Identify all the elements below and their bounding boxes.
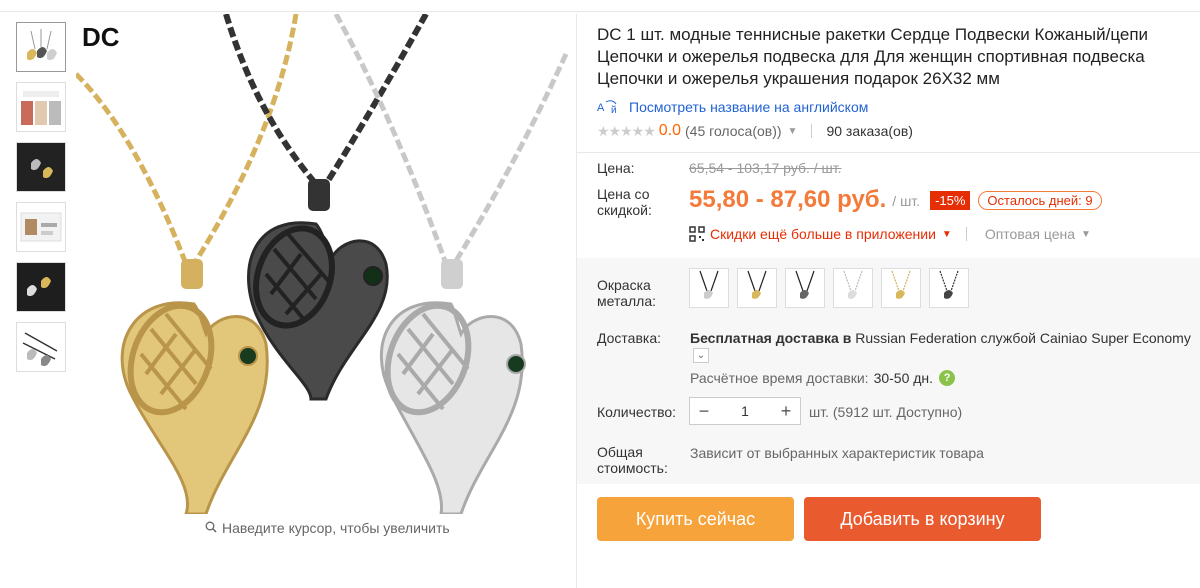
quantity-decrease-button[interactable]: − xyxy=(690,401,718,422)
rating-row: ★★★★★ 0.0 (45 голоса(ов)) ▼ 90 заказа(ов… xyxy=(597,122,1197,140)
quantity-input[interactable]: 1 xyxy=(741,403,749,419)
orders-count: 90 заказа(ов) xyxy=(826,123,913,139)
swatch-black-chain[interactable] xyxy=(929,268,969,308)
add-to-cart-button[interactable]: Добавить в корзину xyxy=(804,497,1041,541)
search-icon xyxy=(205,520,217,536)
qr-code-icon xyxy=(689,226,705,242)
translate-link-text: Посмотреть название на английском xyxy=(629,99,869,115)
delivery-dropdown-button[interactable]: ⌄ xyxy=(693,348,709,363)
zoom-hint: Наведите курсор, чтобы увеличить xyxy=(205,520,450,536)
old-price: 65,54 - 103,17 руб. / шт. xyxy=(689,160,842,176)
discount-price-label: Цена со скидкой: xyxy=(597,186,652,218)
thumbnail-5[interactable] xyxy=(16,262,66,312)
thumbnail-1[interactable] xyxy=(16,22,66,72)
section-divider xyxy=(577,152,1200,153)
swatch-silver-black-cord[interactable] xyxy=(689,268,729,308)
current-price: 55,80 - 87,60 руб. xyxy=(689,186,887,213)
thumbnail-2[interactable] xyxy=(16,82,66,132)
price-block: Цена: 65,54 - 103,17 руб. / шт. Цена со … xyxy=(597,160,1197,242)
caret-down-icon[interactable]: ▼ xyxy=(942,229,952,240)
translate-link[interactable]: Aй Посмотреть название на английском xyxy=(597,98,1197,116)
top-divider xyxy=(0,0,1200,12)
thumbnail-4[interactable] xyxy=(16,202,66,252)
zoom-hint-text: Наведите курсор, чтобы увеличить xyxy=(222,520,450,536)
translate-icon: Aй xyxy=(597,98,621,116)
app-discount-row: Скидки ещё больше в приложении ▼ Оптовая… xyxy=(689,226,1197,242)
swatch-gold-chain[interactable] xyxy=(881,268,921,308)
rating-score: 0.0 xyxy=(658,122,682,139)
rating-stars: ★★★★★ xyxy=(597,122,656,139)
product-main-image[interactable]: DC xyxy=(76,14,576,514)
thumbnail-6[interactable] xyxy=(16,322,66,372)
days-left-badge: Осталось дней: 9 xyxy=(978,191,1102,210)
svg-text:й: й xyxy=(611,105,617,116)
help-icon[interactable]: ? xyxy=(939,370,956,386)
eta-label: Расчётное время доставки: xyxy=(690,370,869,386)
wholesale-price-link[interactable]: Оптовая цена xyxy=(985,226,1075,242)
delivery-info: Бесплатная доставка в Russian Federation… xyxy=(690,330,1191,346)
swatch-gunmetal-black-cord[interactable] xyxy=(785,268,825,308)
swatch-gold-black-cord[interactable] xyxy=(737,268,777,308)
thumbnail-list xyxy=(16,22,68,382)
divider xyxy=(965,227,967,241)
app-discount-link[interactable]: Скидки ещё больше в приложении xyxy=(710,226,936,242)
eta-value: 30-50 дн. xyxy=(873,370,934,386)
swatch-silver-chain[interactable] xyxy=(833,268,873,308)
divider xyxy=(811,124,813,138)
delivery-label: Доставка: xyxy=(597,330,662,346)
product-title: DC 1 шт. модные теннисные ракетки Сердце… xyxy=(597,25,1149,88)
product-info: DC 1 шт. модные теннисные ракетки Сердце… xyxy=(597,24,1197,140)
delivery-service-text: Russian Federation службой Cainiao Super… xyxy=(851,330,1191,346)
chevron-down-icon[interactable]: ▼ xyxy=(788,126,798,137)
rating-votes[interactable]: (45 голоса(ов)) xyxy=(685,123,782,139)
price-unit: / шт. xyxy=(892,193,921,209)
delivery-free-text: Бесплатная доставка в xyxy=(690,330,852,346)
color-swatches xyxy=(689,268,969,308)
quantity-available: шт. (5912 шт. Доступно) xyxy=(809,404,963,420)
color-label: Окраска металла: xyxy=(597,277,657,309)
caret-down-icon[interactable]: ▼ xyxy=(1081,229,1091,240)
buy-now-button[interactable]: Купить сейчас xyxy=(597,497,794,541)
brand-logo: DC xyxy=(82,22,120,52)
total-label: Общая стоимость: xyxy=(597,444,668,476)
svg-text:A: A xyxy=(597,102,605,114)
quantity-label: Количество: xyxy=(597,404,677,420)
total-note: Зависит от выбранных характеристик товар… xyxy=(690,445,984,461)
delivery-eta: Расчётное время доставки: 30-50 дн. ? xyxy=(690,370,956,386)
quantity-stepper: − 1 + xyxy=(689,397,801,425)
price-label: Цена: xyxy=(597,160,635,176)
thumbnail-3[interactable] xyxy=(16,142,66,192)
quantity-increase-button[interactable]: + xyxy=(772,401,800,422)
discount-badge: -15% xyxy=(930,191,971,210)
